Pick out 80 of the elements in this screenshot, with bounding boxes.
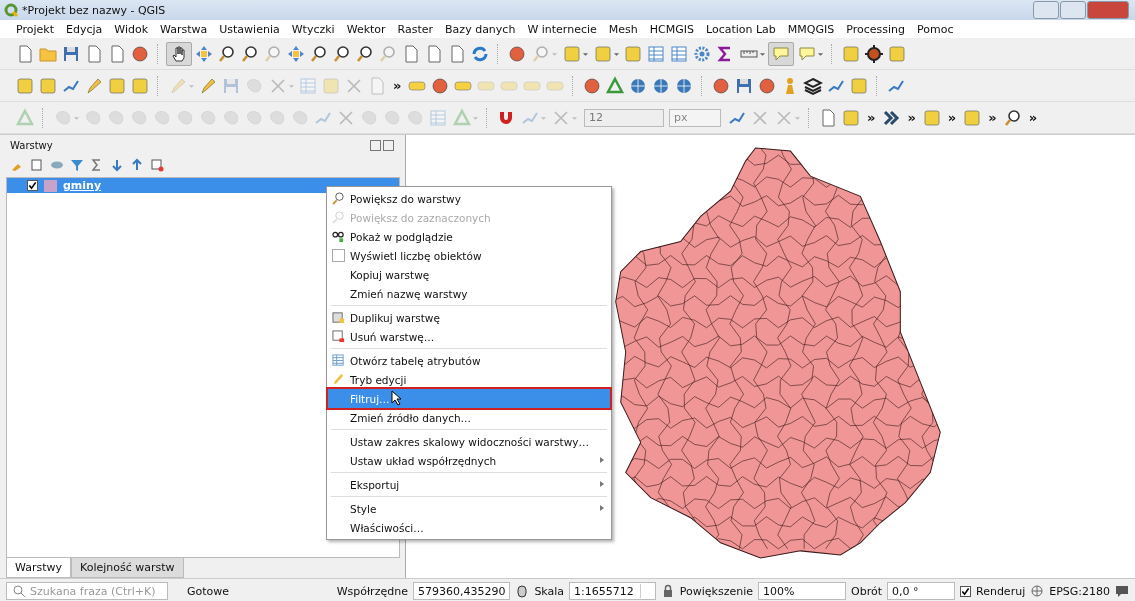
menu-item[interactable]: Mesh — [602, 22, 644, 36]
menu-icon — [332, 211, 345, 224]
menu-item[interactable]: Kopiuj warstwę — [328, 265, 610, 284]
menu-item[interactable]: Processing — [840, 22, 911, 36]
magnifier-label: Powiększenie — [679, 584, 754, 598]
menu-icon — [332, 373, 345, 386]
qgis-logo-icon — [4, 3, 18, 17]
search-icon — [12, 584, 26, 598]
menu-item[interactable]: Projekt — [10, 22, 60, 36]
close-button[interactable] — [1087, 1, 1129, 19]
filter-icon[interactable] — [70, 158, 84, 172]
menu-item[interactable]: Duplikuj warstwę — [328, 308, 610, 327]
speech-bubble-icon[interactable] — [768, 41, 794, 66]
window-title: *Projekt bez nazwy - QGIS — [22, 3, 166, 17]
menu-item[interactable]: Raster — [391, 22, 440, 36]
menu-item[interactable]: Ustaw zakres skalowy widoczności warstwy… — [328, 432, 610, 451]
crs-button[interactable]: EPSG:2180 — [1049, 584, 1110, 598]
magnifier-field[interactable]: 100% — [758, 582, 847, 600]
menu-item[interactable]: Wtyczki — [285, 22, 341, 36]
checkbox[interactable] — [332, 249, 345, 262]
maximize-button[interactable] — [1060, 1, 1086, 19]
menu-icon — [332, 192, 345, 205]
status-message: Gotowe — [187, 584, 231, 598]
rotation-field[interactable]: 0,0 ° — [887, 582, 955, 600]
menu-item[interactable]: Usuń warstwę… — [328, 327, 610, 346]
overflow-chevron[interactable]: » — [943, 110, 961, 125]
menu-item[interactable]: Zmień nazwę warstwy — [328, 284, 610, 303]
globe-icon[interactable] — [1030, 584, 1045, 598]
minimize-button[interactable] — [1033, 1, 1059, 19]
menu-item[interactable]: Tryb edycji — [328, 370, 610, 389]
menu-item[interactable]: Location Lab — [699, 22, 782, 36]
menu-item[interactable]: W internecie — [521, 22, 603, 36]
close-button[interactable] — [383, 139, 394, 151]
panel-tab[interactable]: Warstwy — [6, 558, 71, 578]
scale-label: Skala — [534, 584, 565, 598]
cursor-icon — [391, 390, 402, 406]
menu-item[interactable]: Właściwości… — [328, 518, 610, 537]
target-icon[interactable] — [863, 42, 885, 65]
scale-combo[interactable]: 1:1655712 — [569, 582, 656, 600]
menu-item[interactable]: Pomoc — [911, 22, 960, 36]
overflow-chevron[interactable]: » — [1024, 110, 1042, 125]
rotation-label: Obrót — [851, 584, 882, 598]
overflow-chevron[interactable]: » — [863, 110, 880, 125]
layer-checkbox[interactable] — [27, 180, 38, 191]
coordinate-label: Współrzędne — [336, 584, 408, 598]
mouse-icon[interactable] — [515, 584, 530, 598]
size-field[interactable]: 12 — [584, 108, 664, 127]
panel-title: Warstwy — [10, 139, 53, 151]
remove-layer-icon[interactable] — [150, 158, 164, 172]
menu-item[interactable]: Ustaw układ współrzędnych — [328, 451, 610, 470]
menu-icon — [332, 354, 345, 367]
messages-icon[interactable] — [1115, 584, 1129, 598]
menu-item[interactable]: Bazy danych — [439, 22, 522, 36]
overflow-chevron[interactable]: » — [389, 78, 406, 93]
menu-item[interactable]: Pokaż w podglądzie — [328, 227, 610, 246]
menu-item[interactable]: HCMGIS — [643, 22, 700, 36]
menu-icon — [332, 230, 345, 243]
coordinate-field[interactable]: 579360,435290 — [412, 582, 511, 600]
menu-item[interactable]: Powiększ do warstwy — [328, 189, 610, 208]
overflow-chevron[interactable]: » — [984, 110, 1001, 125]
menu-item[interactable]: Wektor — [340, 22, 392, 36]
menu-icon — [332, 311, 345, 324]
menu-item[interactable]: Widok — [108, 22, 155, 36]
menu-icon — [332, 330, 345, 343]
menu-item[interactable]: Style — [328, 499, 610, 518]
menu-item[interactable]: Warstwa — [154, 22, 214, 36]
render-label: Renderuj — [976, 584, 1026, 598]
menu-item[interactable]: Zmień źródło danych… — [328, 408, 610, 427]
menu-item[interactable]: Edycja — [59, 22, 109, 36]
panel-tab[interactable]: Kolejność warstw — [71, 558, 184, 578]
hand-icon[interactable] — [166, 41, 192, 66]
menu-item[interactable]: Ustawienia — [213, 22, 286, 36]
menu-item[interactable]: MMQGIS — [781, 22, 841, 36]
render-checkbox[interactable] — [960, 585, 971, 597]
menu-item[interactable]: Otwórz tabelę atrybutów — [328, 351, 610, 370]
float-button[interactable] — [370, 139, 381, 151]
overflow-chevron[interactable]: » — [903, 110, 920, 125]
menu-item[interactable]: Eksportuj — [328, 475, 610, 494]
search-field[interactable]: Szukana fraza (Ctrl+K) — [6, 582, 168, 600]
menu-item[interactable]: Wyświetl liczbę obiektów — [328, 246, 610, 265]
